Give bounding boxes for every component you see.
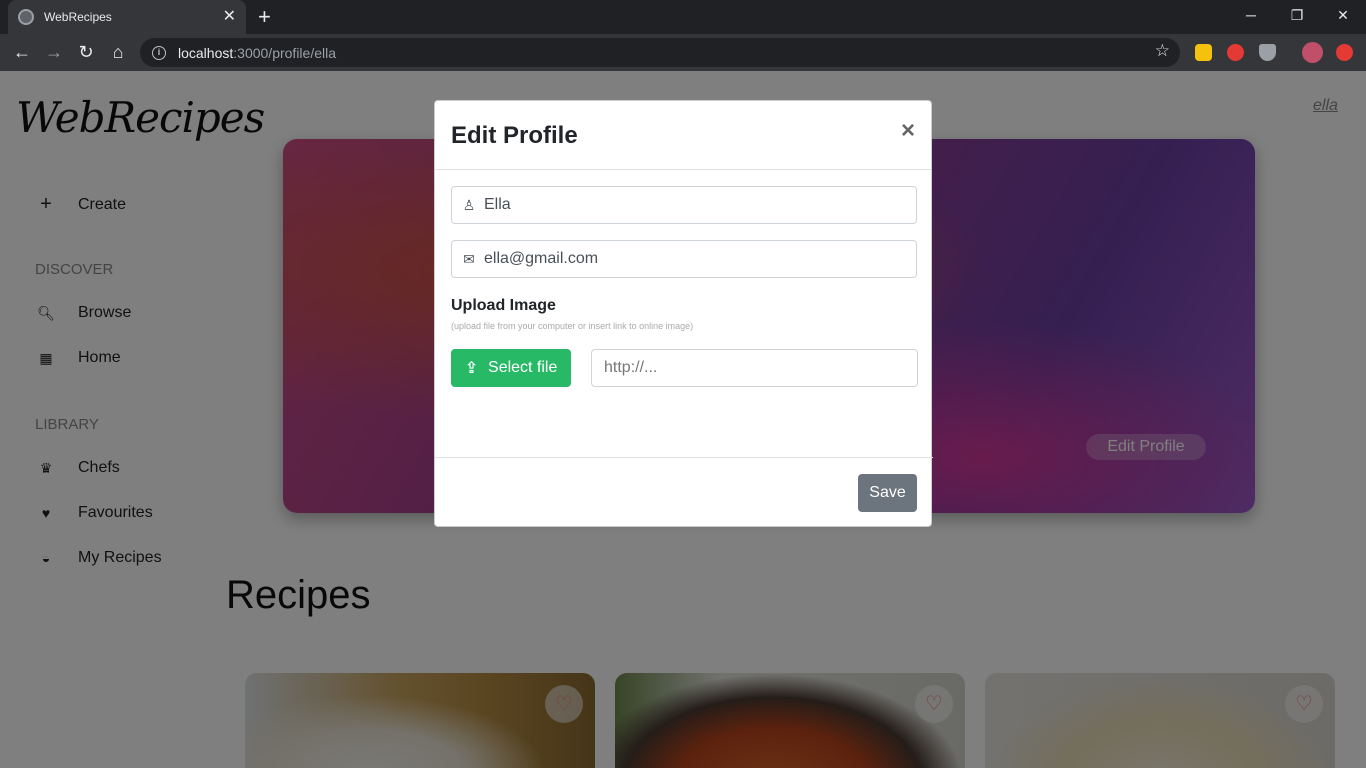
envelope-icon: ✉ <box>463 250 475 267</box>
extension-shield-icon[interactable] <box>1259 44 1276 61</box>
name-value: Ella <box>484 196 511 213</box>
url-host: localhost <box>178 44 234 61</box>
browser-tab[interactable]: WebRecipes ✕ <box>8 0 246 34</box>
modal-title: Edit Profile <box>451 122 578 149</box>
upload-image-label: Upload Image <box>451 297 556 314</box>
select-file-button[interactable]: ⇪ Select file <box>451 349 571 387</box>
upload-image-hint: (upload file from your computer or inser… <box>451 321 694 331</box>
user-icon: ♙ <box>462 196 476 213</box>
tab-close-icon[interactable]: ✕ <box>223 9 236 25</box>
modal-footer: Save <box>435 457 933 527</box>
home-icon[interactable]: ⌂ <box>106 40 130 64</box>
browser-titlebar: WebRecipes ✕ + ─ ❐ ✕ <box>0 0 1366 34</box>
modal-close-icon[interactable]: × <box>901 119 915 143</box>
update-icon[interactable] <box>1336 44 1353 61</box>
email-value: ella@gmail.com <box>484 250 599 267</box>
window-close-button[interactable]: ✕ <box>1320 0 1366 30</box>
modal-header: Edit Profile × <box>435 101 931 170</box>
name-field[interactable]: ♙ Ella <box>451 186 917 224</box>
extension-notes-icon[interactable] <box>1195 44 1212 61</box>
tab-title: WebRecipes <box>44 10 112 24</box>
back-arrow-icon[interactable]: ← <box>10 40 34 64</box>
reload-icon[interactable]: ↻ <box>74 40 98 64</box>
edit-profile-modal: Edit Profile × ♙ Ella ✉ ella@gmail.com U… <box>434 100 933 527</box>
maximize-button[interactable]: ❐ <box>1274 0 1320 30</box>
browser-toolbar: ← → ↻ ⌂ i localhost:3000/profile/ella ☆ <box>0 34 1366 71</box>
image-url-input[interactable] <box>591 349 918 387</box>
info-icon[interactable]: i <box>152 45 166 60</box>
save-button[interactable]: Save <box>858 474 917 512</box>
new-tab-button[interactable]: + <box>258 4 271 30</box>
email-field[interactable]: ✉ ella@gmail.com <box>451 240 917 278</box>
forward-arrow-icon[interactable]: → <box>42 40 66 64</box>
bookmark-star-icon[interactable]: ☆ <box>1155 41 1170 61</box>
address-bar[interactable]: i localhost:3000/profile/ella ☆ <box>140 38 1180 67</box>
extension-hand-icon[interactable] <box>1227 44 1244 61</box>
url-path: :3000/profile/ella <box>233 44 337 61</box>
profile-avatar-icon[interactable] <box>1302 42 1323 63</box>
wordpress-favicon-icon <box>18 9 34 25</box>
minimize-button[interactable]: ─ <box>1228 0 1274 30</box>
select-file-label: Select file <box>488 359 558 376</box>
upload-icon: ⇪ <box>464 360 479 377</box>
